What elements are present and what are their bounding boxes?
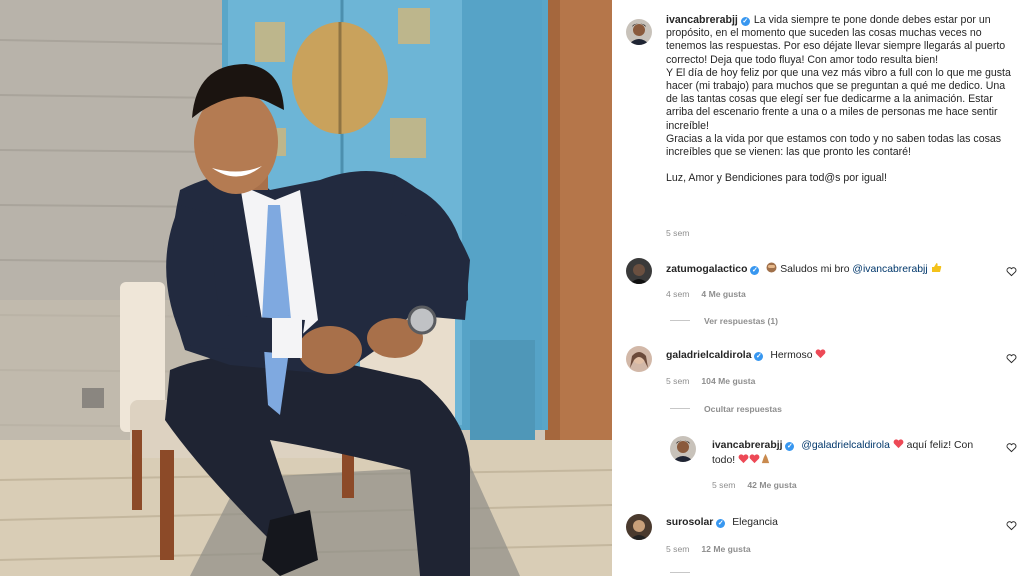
comment-username[interactable]: surosolar — [666, 517, 713, 528]
like-heart-icon[interactable] — [1006, 266, 1017, 277]
verified-badge-icon: ✓ — [785, 442, 795, 451]
comment-text: Hermoso — [770, 350, 813, 361]
hide-replies-toggle[interactable]: Ocultar respuestas — [670, 404, 782, 414]
comment-username[interactable]: ivancabrerabjj — [712, 440, 782, 451]
post-caption: ivancabrerabjj ✓ La vida siempre te pone d… — [666, 14, 1016, 185]
like-heart-icon[interactable] — [1006, 353, 1017, 364]
comment-body: galadrielcaldirola ✓ Hermoso — [666, 348, 956, 363]
like-heart-icon[interactable] — [1006, 520, 1017, 531]
post-photo — [0, 0, 612, 576]
comment-body: ivancabrerabjj ✓ @galadrielcaldirola aquí… — [712, 438, 992, 468]
comment-username[interactable]: zatumogalactico — [666, 264, 747, 275]
like-count[interactable]: 42 Me gusta — [747, 480, 796, 490]
view-replies-toggle[interactable] — [670, 568, 704, 576]
caption-paragraph-3: Gracias a la vida por que estamos con to… — [666, 132, 1002, 159]
comment-mention[interactable]: @galadrielcaldirola — [801, 440, 890, 451]
caption-paragraph-4: Luz, Amor y Bendiciones para tod@s por i… — [666, 172, 887, 185]
verified-badge-icon: ✓ — [716, 519, 726, 528]
comment-meta: 5 sem 12 Me gusta — [666, 544, 751, 554]
comment-body: zatumogalactico ✓ Saludos mi bro @ivancab… — [666, 262, 956, 277]
comment-meta: 5 sem 42 Me gusta — [712, 480, 797, 490]
comment-mention[interactable]: @ivancabrerabjj — [852, 264, 927, 275]
see-no-evil-monkey-icon — [766, 262, 777, 277]
comment-username[interactable]: galadrielcaldirola — [666, 350, 751, 361]
avatar[interactable] — [626, 514, 652, 540]
avatar[interactable] — [626, 346, 652, 372]
avatar[interactable] — [626, 258, 652, 284]
comment-text: Elegancia — [732, 517, 778, 528]
avatar[interactable] — [670, 436, 696, 462]
red-heart-icon — [893, 438, 904, 453]
view-replies-toggle[interactable]: Ver respuestas (1) — [670, 316, 778, 326]
avatar[interactable] — [626, 19, 652, 45]
thumbs-up-icon — [931, 262, 942, 277]
verified-badge-icon: ✓ — [750, 266, 760, 275]
comments-panel: ivancabrerabjj ✓ La vida siempre te pone d… — [612, 0, 1024, 576]
red-heart-icon — [815, 348, 826, 363]
comment-meta: 5 sem 104 Me gusta — [666, 376, 756, 386]
caption-timestamp: 5 sem — [666, 228, 690, 238]
comment-body: surosolar ✓ Elegancia — [666, 516, 956, 529]
praying-hands-icon — [760, 453, 771, 468]
comment-meta: 4 sem 4 Me gusta — [666, 289, 746, 299]
red-heart-icon — [738, 453, 749, 468]
like-count[interactable]: 12 Me gusta — [701, 544, 750, 554]
caption-username[interactable]: ivancabrerabjj — [666, 14, 738, 26]
verified-badge-icon: ✓ — [740, 17, 750, 26]
comment-text: Saludos mi bro — [780, 264, 850, 275]
like-count[interactable]: 104 Me gusta — [701, 376, 755, 386]
like-heart-icon[interactable] — [1006, 442, 1017, 453]
red-heart-icon — [749, 453, 760, 468]
like-count[interactable]: 4 Me gusta — [701, 289, 745, 299]
caption-paragraph-2: Y El día de hoy feliz por que una vez má… — [666, 66, 1011, 132]
verified-badge-icon: ✓ — [754, 352, 764, 361]
